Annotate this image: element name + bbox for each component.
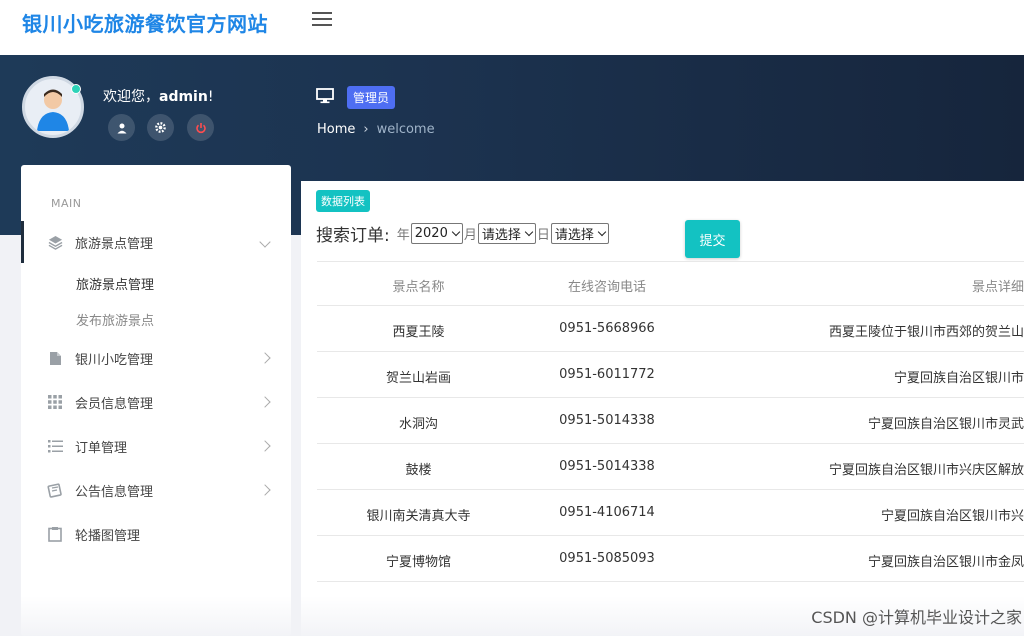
day-unit: 日: [536, 228, 550, 243]
welcome-label: 欢迎您，: [103, 89, 159, 105]
profile-button[interactable]: [108, 114, 135, 141]
column-header-name: 景点名称: [392, 280, 445, 295]
gear-icon: [155, 122, 166, 133]
main-content: 数据列表 搜索订单: 年 2020 月 请选择 日 请选择 提交 景点名称 在线…: [301, 181, 1024, 636]
clipboard-icon: [47, 526, 63, 542]
logout-button[interactable]: [187, 114, 214, 141]
cell-detail: 宁夏回族自治区银川市灵武: [867, 417, 1024, 432]
site-title[interactable]: 银川小吃旅游餐饮官方网站: [22, 8, 268, 37]
table-row[interactable]: 贺兰山岩画 0951-6011772 宁夏回族自治区银川市: [317, 352, 1024, 398]
announcement-icon: [47, 482, 63, 498]
watermark: CSDN @计算机毕业设计之家: [811, 608, 1022, 627]
chevron-right-icon: [259, 440, 271, 452]
cell-name: 西夏王陵: [392, 325, 445, 340]
breadcrumb-current: welcome: [376, 122, 435, 137]
role-badge: 管理员: [347, 86, 396, 109]
cell-phone: 0951-6011772: [559, 367, 655, 382]
sidebar-item-carousel[interactable]: 轮播图管理: [21, 519, 291, 549]
sidebar: MAIN 旅游景点管理 旅游景点管理 发布旅游景点 银川小吃管理 会员信息管理: [21, 165, 291, 636]
list-icon: [47, 438, 63, 454]
year-select[interactable]: 2020: [410, 223, 463, 244]
cell-detail: 西夏王陵位于银川市西郊的贺兰山: [828, 325, 1024, 340]
search-bar: 搜索订单: 年 2020 月 请选择 日 请选择: [316, 221, 609, 246]
table-row[interactable]: 西夏王陵 0951-5668966 西夏王陵位于银川市西郊的贺兰山: [317, 306, 1024, 352]
menu-toggle-icon[interactable]: [312, 12, 332, 28]
day-value: 请选择: [554, 228, 594, 243]
data-table: 景点名称 在线咨询电话 景点详细 西夏王陵 0951-5668966 西夏王陵位…: [317, 261, 1024, 582]
cell-name: 宁夏博物馆: [385, 555, 451, 570]
online-status-dot: [71, 84, 81, 94]
table-header: 景点名称 在线咨询电话 景点详细: [317, 261, 1024, 306]
settings-button[interactable]: [147, 114, 174, 141]
layers-icon: [47, 234, 63, 250]
sidebar-section-label: MAIN: [51, 197, 82, 210]
day-select[interactable]: 请选择: [550, 223, 609, 244]
cell-phone: 0951-5668966: [559, 321, 655, 336]
grid-icon: [47, 394, 63, 410]
cell-detail: 宁夏回族自治区银川市兴: [880, 509, 1024, 524]
cell-phone: 0951-5014338: [559, 459, 655, 474]
chevron-down-icon: [597, 227, 607, 237]
sidebar-item-label: 轮播图管理: [75, 528, 141, 544]
column-header-phone: 在线咨询电话: [567, 280, 646, 295]
sidebar-item-scenic[interactable]: 旅游景点管理: [21, 227, 291, 257]
list-badge: 数据列表: [316, 190, 370, 212]
table-row[interactable]: 宁夏博物馆 0951-5085093 宁夏回族自治区银川市金凤: [317, 536, 1024, 582]
sidebar-item-label: 银川小吃管理: [75, 352, 154, 368]
table-row[interactable]: 鼓楼 0951-5014338 宁夏回族自治区银川市兴庆区解放: [317, 444, 1024, 490]
cell-name: 银川南关清真大寺: [366, 509, 471, 524]
sidebar-item-label: 订单管理: [75, 440, 128, 456]
cell-detail: 宁夏回族自治区银川市兴庆区解放: [828, 463, 1024, 478]
power-icon: [195, 122, 206, 133]
cell-detail: 宁夏回族自治区银川市金凤: [867, 555, 1024, 570]
cell-detail: 宁夏回族自治区银川市: [893, 371, 1024, 386]
column-header-detail: 景点详细: [971, 280, 1024, 295]
month-value: 请选择: [481, 228, 521, 243]
sidebar-subitem-scenic-manage[interactable]: 旅游景点管理: [76, 274, 154, 293]
month-select[interactable]: 请选择: [477, 223, 536, 244]
sidebar-item-announcements[interactable]: 公告信息管理: [21, 475, 291, 505]
user-icon: [117, 123, 126, 133]
chevron-down-icon: [451, 227, 461, 237]
chevron-down-icon: [524, 227, 534, 237]
breadcrumb-home[interactable]: Home: [317, 122, 355, 137]
document-icon: [47, 350, 63, 366]
welcome-suffix: !: [207, 89, 214, 105]
sidebar-item-orders[interactable]: 订单管理: [21, 431, 291, 461]
cell-name: 水洞沟: [398, 417, 438, 432]
breadcrumb: Home › welcome: [317, 122, 435, 137]
year-value: 2020: [414, 226, 448, 241]
sidebar-item-members[interactable]: 会员信息管理: [21, 387, 291, 417]
sidebar-subitem-scenic-publish[interactable]: 发布旅游景点: [76, 310, 154, 329]
table-row[interactable]: 水洞沟 0951-5014338 宁夏回族自治区银川市灵武: [317, 398, 1024, 444]
chevron-down-icon: [259, 236, 271, 248]
cell-name: 贺兰山岩画: [385, 371, 451, 386]
sidebar-item-snacks[interactable]: 银川小吃管理: [21, 343, 291, 373]
table-row[interactable]: 银川南关清真大寺 0951-4106714 宁夏回族自治区银川市兴: [317, 490, 1024, 536]
chevron-right-icon: [259, 484, 271, 496]
submit-button[interactable]: 提交: [685, 220, 740, 258]
cell-phone: 0951-5085093: [559, 551, 655, 566]
cell-phone: 0951-5014338: [559, 413, 655, 428]
chevron-right-icon: [259, 396, 271, 408]
chevron-right-icon: ›: [363, 122, 369, 137]
monitor-icon: [316, 88, 334, 104]
sidebar-item-label: 公告信息管理: [75, 484, 154, 500]
month-unit: 月: [463, 228, 477, 243]
chevron-right-icon: [259, 352, 271, 364]
sidebar-item-label: 会员信息管理: [75, 396, 154, 412]
welcome-text: 欢迎您，admin!: [103, 86, 213, 106]
cell-phone: 0951-4106714: [559, 505, 655, 520]
search-title: 搜索订单:: [316, 226, 390, 246]
top-bar: 银川小吃旅游餐饮官方网站: [0, 0, 1024, 55]
year-unit: 年: [396, 228, 410, 243]
sidebar-item-label: 旅游景点管理: [75, 236, 154, 252]
cell-name: 鼓楼: [405, 463, 432, 478]
user-name: admin: [159, 89, 208, 105]
